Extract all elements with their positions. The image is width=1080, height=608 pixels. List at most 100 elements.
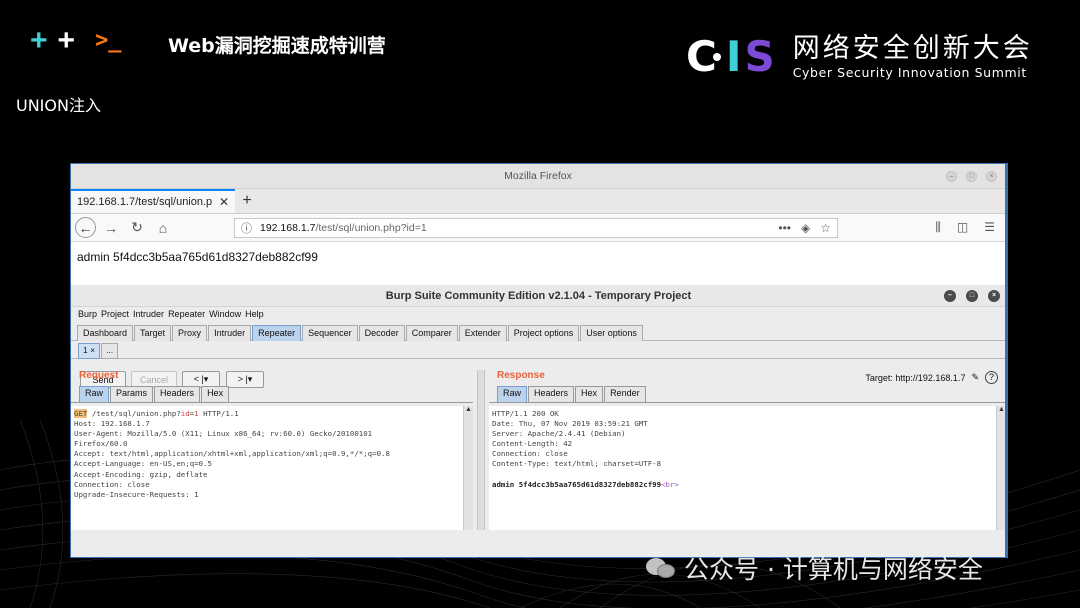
request-path: /test/sql/union.php? (91, 409, 181, 418)
tab-proxy[interactable]: Proxy (172, 325, 208, 341)
response-scrollbar[interactable]: ▲ (996, 406, 1005, 530)
request-line: Accept: text/html,application/xhtml+xml,… (74, 449, 390, 459)
close-icon[interactable]: × (988, 290, 1000, 302)
menu-item[interactable]: Intruder (133, 309, 164, 321)
request-line: Accept-Encoding: gzip, deflate (74, 469, 208, 479)
firefox-navbar: ← → ↻ ⌂ ⓘ 192.168.1.7/test/sql/union.php… (71, 214, 1005, 242)
request-pane: Request Raw Params Headers Hex GET /test… (71, 370, 473, 530)
response-tab-headers[interactable]: Headers (528, 386, 575, 402)
response-tab-hex[interactable]: Hex (575, 386, 604, 402)
section-title: UNION注入 (16, 96, 101, 115)
menu-item[interactable]: Burp (78, 309, 97, 321)
request-line: Firefox/60.0 (74, 439, 128, 449)
burp-window-title: Burp Suite Community Edition v2.1.04 - T… (385, 289, 692, 302)
pane-divider[interactable] (477, 370, 485, 530)
browser-tab[interactable]: 192.168.1.7/test/sql/union.p ✕ (71, 189, 235, 213)
tab-sequencer[interactable]: Sequencer (302, 325, 358, 341)
brand-name-en: Cyber Security Innovation Summit (792, 65, 1027, 80)
request-title: Request (79, 370, 119, 381)
cis-logo-mark: C I S (686, 35, 775, 79)
menu-item[interactable]: Project (101, 309, 129, 321)
request-tabs: Raw Params Headers Hex (71, 386, 473, 403)
url-path: /test/sql/union.php?id=1 (315, 221, 427, 234)
request-tab-params[interactable]: Params (110, 386, 154, 402)
request-tab-hex[interactable]: Hex (201, 386, 230, 402)
site-info-icon[interactable]: ⓘ (241, 220, 252, 236)
wechat-icon (646, 556, 676, 580)
response-line: HTTP/1.1 200 OK (492, 409, 559, 418)
response-tab-raw[interactable]: Raw (497, 386, 528, 402)
library-icon[interactable]: ⫼ (935, 220, 941, 235)
request-tab-raw[interactable]: Raw (79, 386, 110, 402)
menu-icon[interactable]: ☰ (984, 220, 995, 235)
tab-repeater[interactable]: Repeater (252, 325, 302, 341)
menu-item[interactable]: Help (245, 309, 264, 321)
bookmark-star-icon[interactable]: ☆ (820, 221, 831, 235)
url-bar[interactable]: ⓘ 192.168.1.7/test/sql/union.php?id=1 ••… (234, 217, 838, 238)
tab-project-options[interactable]: Project options (507, 325, 580, 341)
response-line: Content-Type: text/html; charset=UTF-8 (492, 459, 662, 469)
cis-logo-letter-i: I (725, 32, 742, 81)
tab-dashboard[interactable]: Dashboard (77, 325, 134, 341)
request-line: Connection: close (74, 479, 150, 489)
pocket-icon[interactable]: ◈ (801, 221, 810, 235)
request-tab-headers[interactable]: Headers (154, 386, 201, 402)
back-arrow-icon[interactable]: ← (75, 217, 96, 238)
menu-item[interactable]: Window (209, 309, 241, 321)
watermark-text: 公众号 · 计算机与网络安全 (684, 555, 983, 584)
response-line: Date: Thu, 07 Nov 2019 03:59:21 GMT (492, 419, 648, 429)
response-pane: Response Raw Headers Hex Render HTTP/1.1… (489, 370, 1005, 530)
response-body-tag: <br> (661, 479, 679, 489)
menu-item[interactable]: Repeater (168, 309, 205, 321)
burp-titlebar: Burp Suite Community Edition v2.1.04 - T… (71, 285, 1005, 307)
request-editor[interactable]: GET /test/sql/union.php?id=1 HTTP/1.1 Ho… (71, 406, 463, 530)
forward-arrow-icon[interactable]: → (100, 217, 122, 239)
response-editor[interactable]: HTTP/1.1 200 OK Date: Thu, 07 Nov 2019 0… (489, 406, 996, 530)
tab-decoder[interactable]: Decoder (358, 325, 405, 341)
home-icon[interactable]: ⌂ (152, 217, 174, 239)
repeater-tab-1[interactable]: 1 × (78, 343, 101, 359)
burp-tool-tabs: Dashboard Target Proxy Intruder Repeater… (71, 323, 1005, 341)
request-method: GET (74, 409, 88, 418)
request-line: Accept-Language: en-US,en;q=0.5 (74, 459, 212, 469)
brand-name-cn: 网络安全创新大会 (792, 33, 1033, 64)
close-tab-icon[interactable]: ✕ (219, 195, 229, 209)
firefox-window-title: Mozilla Firefox (504, 170, 572, 182)
tab-comparer[interactable]: Comparer (405, 325, 458, 341)
cis-logo-dot (712, 53, 721, 61)
tab-intruder[interactable]: Intruder (208, 325, 252, 341)
page-actions-icon[interactable]: ••• (778, 221, 791, 235)
plus-icon: + (30, 23, 48, 57)
header-logo-marks: + + >_ (30, 23, 122, 57)
burp-window: Burp Suite Community Edition v2.1.04 - T… (71, 285, 1005, 557)
terminal-prompt-icon: >_ (95, 28, 122, 53)
new-tab-icon[interactable]: + (235, 189, 259, 213)
maximize-icon[interactable]: □ (966, 290, 978, 302)
close-icon[interactable]: × (986, 171, 997, 182)
firefox-titlebar: Mozilla Firefox – □ × (71, 164, 1005, 189)
browser-tab-label: 192.168.1.7/test/sql/union.p (77, 196, 213, 208)
response-line: Content-Length: 42 (492, 439, 573, 449)
minimize-icon[interactable]: – (946, 171, 957, 182)
response-body: admin 5f4dcc3b5aa765d61d8327deb882cf99 (492, 479, 662, 489)
maximize-icon[interactable]: □ (966, 171, 977, 182)
request-proto: HTTP/1.1 (198, 409, 239, 418)
tab-user-options[interactable]: User options (580, 325, 643, 341)
firefox-tabbar: 192.168.1.7/test/sql/union.p ✕ + (71, 189, 1005, 214)
url-host: 192.168.1.7 (260, 221, 316, 234)
minimize-icon[interactable]: – (944, 290, 956, 302)
response-tabs: Raw Headers Hex Render (489, 386, 1005, 403)
page-content: admin 5f4dcc3b5aa765d61d8327deb882cf99 (71, 242, 1005, 278)
slide-title: Web漏洞挖掘速成特训营 (168, 35, 386, 57)
tab-extender[interactable]: Extender (458, 325, 507, 341)
cis-logo: C I S 网络安全创新大会 Cyber Security Innovation… (686, 33, 1033, 81)
tab-target[interactable]: Target (134, 325, 172, 341)
response-line: Connection: close (492, 449, 568, 459)
reload-icon[interactable]: ↻ (126, 217, 148, 239)
response-line: Server: Apache/2.4.41 (Debian) (492, 429, 626, 439)
request-scrollbar[interactable]: ▲ (463, 406, 473, 530)
repeater-new-tab[interactable]: ... (101, 343, 119, 359)
response-tab-render[interactable]: Render (604, 386, 646, 402)
cis-logo-letter-s: S (744, 32, 775, 81)
sidebar-icon[interactable]: ◫ (957, 220, 968, 235)
